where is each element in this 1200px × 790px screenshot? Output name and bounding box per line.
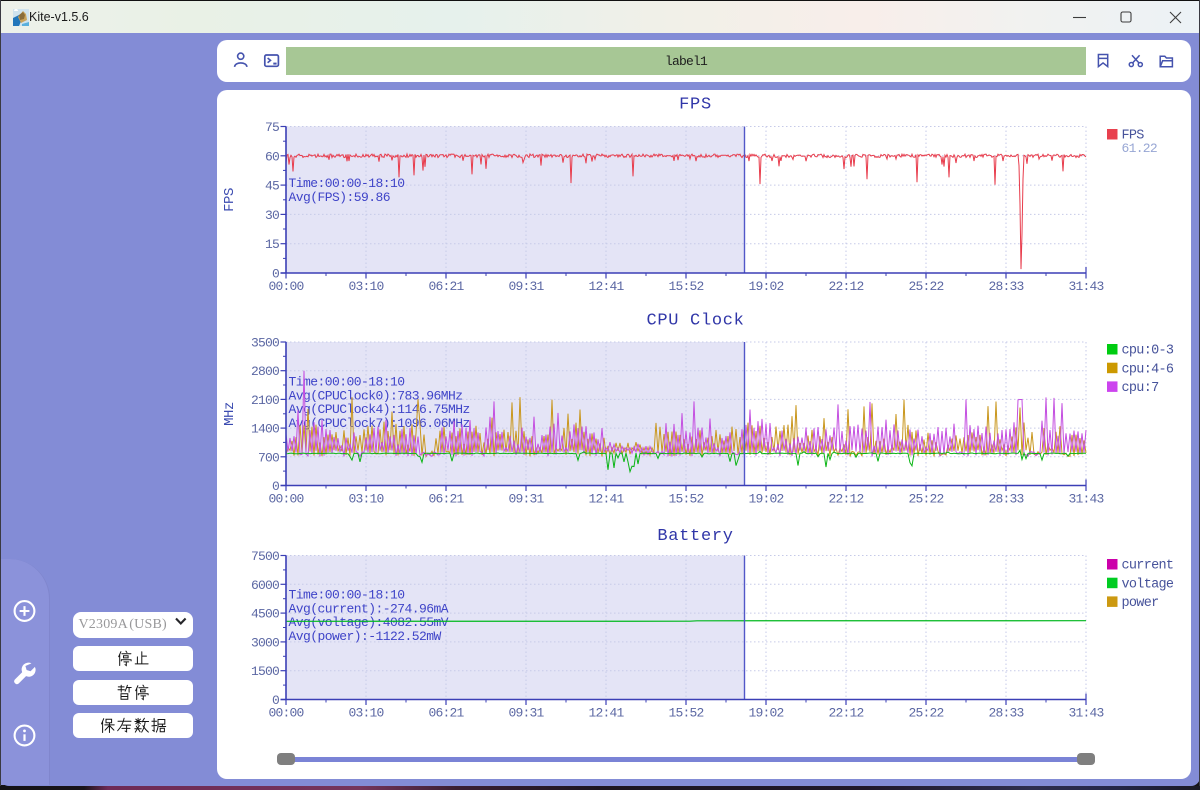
svg-text:61.22: 61.22	[1122, 141, 1158, 156]
svg-text:power: power	[1122, 596, 1159, 611]
svg-text:Time:00:00-18:10: Time:00:00-18:10	[289, 375, 405, 390]
svg-text:25:22: 25:22	[908, 492, 943, 507]
svg-text:6000: 6000	[251, 578, 279, 593]
svg-text:12:41: 12:41	[588, 706, 624, 721]
svg-text:12:41: 12:41	[588, 492, 624, 507]
svg-text:31:43: 31:43	[1068, 492, 1103, 507]
svg-text:Time:00:00-18:10: Time:00:00-18:10	[289, 176, 405, 191]
svg-text:MHz: MHz	[222, 402, 238, 426]
svg-text:2100: 2100	[251, 393, 279, 408]
svg-text:cpu:0-3: cpu:0-3	[1122, 344, 1174, 359]
svg-text:cpu:4-6: cpu:4-6	[1122, 362, 1174, 377]
svg-text:voltage: voltage	[1122, 577, 1174, 592]
svg-text:06:21: 06:21	[428, 706, 464, 721]
svg-text:1400: 1400	[251, 422, 279, 437]
svg-text:30: 30	[265, 208, 279, 223]
svg-text:7500: 7500	[251, 549, 279, 564]
svg-text:3000: 3000	[251, 635, 279, 650]
svg-text:25:22: 25:22	[908, 706, 943, 721]
svg-text:FPS: FPS	[679, 96, 712, 115]
svg-text:31:43: 31:43	[1068, 706, 1103, 721]
svg-text:60: 60	[265, 149, 279, 164]
svg-text:4500: 4500	[251, 607, 279, 622]
svg-text:Avg(FPS):59.86: Avg(FPS):59.86	[289, 190, 391, 205]
svg-text:2800: 2800	[251, 364, 279, 379]
svg-text:00:00: 00:00	[268, 706, 303, 721]
svg-text:700: 700	[258, 450, 279, 465]
svg-text:15:52: 15:52	[668, 706, 703, 721]
svg-text:09:31: 09:31	[508, 279, 544, 294]
svg-text:03:10: 03:10	[348, 706, 383, 721]
svg-text:00:00: 00:00	[268, 279, 303, 294]
svg-text:Avg(current):-274.96mA: Avg(current):-274.96mA	[289, 601, 449, 616]
svg-text:19:02: 19:02	[748, 492, 783, 507]
svg-text:Time:00:00-18:10: Time:00:00-18:10	[289, 588, 405, 603]
svg-text:22:12: 22:12	[828, 706, 863, 721]
svg-text:CPU Clock: CPU Clock	[646, 312, 744, 331]
svg-text:45: 45	[265, 179, 279, 194]
svg-text:31:43: 31:43	[1068, 279, 1103, 294]
svg-text:06:21: 06:21	[428, 492, 464, 507]
svg-text:03:10: 03:10	[348, 492, 383, 507]
svg-text:09:31: 09:31	[508, 492, 544, 507]
svg-text:28:33: 28:33	[988, 492, 1023, 507]
svg-text:19:02: 19:02	[748, 706, 783, 721]
svg-text:28:33: 28:33	[988, 279, 1023, 294]
svg-text:19:02: 19:02	[748, 279, 783, 294]
svg-text:03:10: 03:10	[348, 279, 383, 294]
svg-text:current: current	[1122, 559, 1174, 574]
svg-text:15:52: 15:52	[668, 279, 703, 294]
svg-text:12:41: 12:41	[588, 279, 624, 294]
svg-text:Avg(voltage):4082.55mV: Avg(voltage):4082.55mV	[289, 615, 449, 630]
svg-text:22:12: 22:12	[828, 279, 863, 294]
svg-text:22:12: 22:12	[828, 492, 863, 507]
svg-text:00:00: 00:00	[268, 492, 303, 507]
svg-text:FPS: FPS	[222, 188, 238, 212]
svg-text:25:22: 25:22	[908, 279, 943, 294]
svg-text:1500: 1500	[251, 664, 279, 679]
svg-text:15:52: 15:52	[668, 492, 703, 507]
svg-text:09:31: 09:31	[508, 706, 544, 721]
svg-text:Avg(CPUClock4):1146.75MHz: Avg(CPUClock4):1146.75MHz	[289, 402, 470, 417]
svg-text:cpu:7: cpu:7	[1122, 381, 1160, 396]
svg-text:Avg(CPUClock0):783.96MHz: Avg(CPUClock0):783.96MHz	[289, 388, 463, 403]
svg-text:06:21: 06:21	[428, 279, 464, 294]
svg-text:28:33: 28:33	[988, 706, 1023, 721]
svg-text:75: 75	[265, 120, 279, 135]
svg-text:3500: 3500	[251, 336, 279, 351]
svg-text:Battery: Battery	[657, 527, 733, 546]
svg-text:15: 15	[265, 237, 279, 252]
svg-text:Avg(power):-1122.52mW: Avg(power):-1122.52mW	[289, 629, 442, 644]
